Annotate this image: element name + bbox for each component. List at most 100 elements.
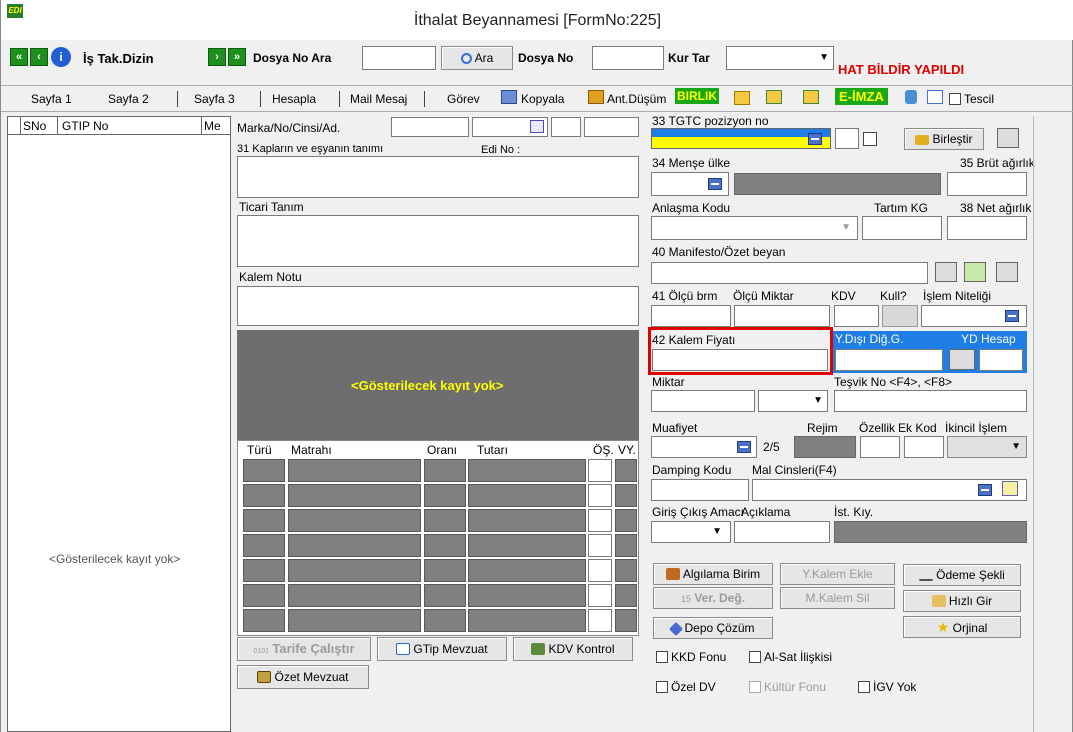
tgtc-lookup-icon[interactable] bbox=[808, 133, 822, 145]
tax-cell[interactable] bbox=[588, 534, 612, 557]
checkbox-box[interactable] bbox=[749, 651, 761, 663]
tab-gorev[interactable]: Görev bbox=[447, 92, 480, 106]
manifesto-input[interactable] bbox=[651, 262, 928, 284]
tesvik-input[interactable] bbox=[834, 390, 1027, 412]
col-sno[interactable]: SNo bbox=[23, 119, 46, 133]
tax-cell[interactable] bbox=[588, 509, 612, 532]
olcu-miktar-input[interactable] bbox=[734, 305, 830, 327]
kdv-input[interactable] bbox=[834, 305, 879, 327]
e-imza-button[interactable]: E-İMZA bbox=[835, 88, 888, 105]
tax-cell bbox=[615, 484, 637, 507]
kkd-fonu-checkbox[interactable]: KKD Fonu bbox=[656, 650, 726, 664]
tab-kopyala[interactable]: Kopyala bbox=[521, 92, 564, 106]
calculator-button[interactable] bbox=[997, 128, 1019, 148]
checkbox-box[interactable] bbox=[656, 681, 668, 693]
hizli-gir-button[interactable]: Hızlı Gir bbox=[903, 590, 1021, 612]
mal-cinsleri-lookup-icon[interactable] bbox=[978, 484, 992, 496]
ozellik-input[interactable] bbox=[860, 436, 900, 458]
odeme-sekli-button[interactable]: Ödeme Şekli bbox=[903, 564, 1021, 586]
ozet-mevzuat-button[interactable]: Özet Mevzuat bbox=[237, 665, 369, 689]
tax-cell[interactable] bbox=[588, 584, 612, 607]
tax-cell[interactable] bbox=[588, 609, 612, 632]
folder-up-icon[interactable] bbox=[766, 90, 782, 104]
depo-cozum-button[interactable]: Depo Çözüm bbox=[653, 617, 773, 639]
col-me[interactable]: Me bbox=[204, 119, 221, 133]
yd-hesap-input[interactable] bbox=[979, 349, 1023, 371]
giris-cikis-select[interactable]: ▼ bbox=[651, 521, 731, 543]
tab-mail-mesaj[interactable]: Mail Mesaj bbox=[350, 92, 407, 106]
tab-sayfa-1[interactable]: Sayfa 1 bbox=[31, 92, 72, 106]
ikincil-select[interactable]: ▼ bbox=[947, 436, 1027, 458]
dosya-no-ara-input[interactable] bbox=[362, 46, 436, 70]
igv-yok-label: İGV Yok bbox=[873, 680, 917, 694]
document-search-icon[interactable] bbox=[927, 90, 943, 104]
birlik-button[interactable]: BIRLIK bbox=[675, 88, 719, 104]
checkbox-box[interactable] bbox=[858, 681, 870, 693]
tab-sayfa-2[interactable]: Sayfa 2 bbox=[108, 92, 149, 106]
last-record-button[interactable]: » bbox=[228, 48, 246, 66]
ticari-tanim-label: Ticari Tanım bbox=[239, 200, 304, 214]
yd-calc-button[interactable] bbox=[949, 349, 975, 370]
igv-yok-checkbox[interactable]: İGV Yok bbox=[858, 680, 916, 694]
tab-hesapla[interactable]: Hesapla bbox=[272, 92, 316, 106]
marka-input-2[interactable] bbox=[472, 117, 548, 137]
kdv-kontrol-button[interactable]: KDV Kontrol bbox=[513, 637, 633, 661]
next-record-button[interactable]: › bbox=[208, 48, 226, 66]
brut-input[interactable] bbox=[947, 172, 1027, 196]
tax-cell[interactable] bbox=[588, 459, 612, 482]
damping-input[interactable] bbox=[651, 479, 749, 501]
manifesto-doc-button[interactable] bbox=[935, 262, 957, 282]
al-sat-checkbox[interactable]: Al-Sat İlişkisi bbox=[749, 650, 832, 664]
tab-sayfa-3[interactable]: Sayfa 3 bbox=[194, 92, 235, 106]
orjinal-button[interactable]: ★ Orjinal bbox=[903, 616, 1021, 638]
marka-input-1[interactable] bbox=[391, 117, 469, 137]
islem-lookup-icon[interactable] bbox=[1005, 310, 1019, 322]
ozel-dv-checkbox[interactable]: Özel DV bbox=[656, 680, 716, 694]
tax-cell[interactable] bbox=[588, 484, 612, 507]
aciklama-input[interactable] bbox=[734, 521, 830, 543]
kur-tar-select[interactable]: ▼ bbox=[726, 46, 834, 70]
ist-kiy-label: İst. Kıy. bbox=[834, 505, 874, 519]
edit-icon[interactable] bbox=[530, 120, 544, 133]
olcu-brm-input[interactable] bbox=[651, 305, 731, 327]
marka-input-4[interactable] bbox=[584, 117, 639, 137]
tax-cell[interactable] bbox=[588, 559, 612, 582]
algilama-birim-button[interactable]: Algılama Birim bbox=[653, 563, 773, 585]
tgtc-checkbox[interactable] bbox=[863, 132, 877, 146]
miktar-unit-select[interactable]: ▼ bbox=[758, 390, 828, 412]
ticari-tanim-textarea[interactable] bbox=[237, 215, 639, 267]
info-icon[interactable]: i bbox=[51, 47, 71, 67]
muafiyet-lookup-icon[interactable] bbox=[737, 441, 751, 453]
prev-record-button[interactable]: ‹ bbox=[30, 48, 48, 66]
ek-kod-input[interactable] bbox=[904, 436, 944, 458]
folder-icon[interactable] bbox=[734, 91, 750, 105]
net-input[interactable] bbox=[947, 216, 1027, 240]
marka-input-3[interactable] bbox=[551, 117, 581, 137]
shield-icon[interactable] bbox=[905, 90, 917, 104]
ara-button[interactable]: Ara bbox=[441, 46, 513, 70]
tgtc-extra-input[interactable] bbox=[835, 128, 859, 149]
edit-icon[interactable] bbox=[1002, 481, 1018, 496]
manifesto-import-button[interactable] bbox=[996, 262, 1018, 282]
anlasma-select[interactable]: ▼ bbox=[651, 216, 858, 240]
tab-ant-dusum[interactable]: Ant.Düşüm bbox=[607, 92, 666, 106]
miktar-input[interactable] bbox=[651, 390, 755, 412]
esya-tanimi-textarea[interactable] bbox=[237, 156, 639, 198]
item-grid[interactable] bbox=[7, 116, 231, 732]
col-gtip-no[interactable]: GTIP No bbox=[62, 119, 108, 133]
dosya-no-input[interactable] bbox=[592, 46, 664, 70]
mense-lookup-icon[interactable] bbox=[708, 178, 722, 190]
kalem-notu-textarea[interactable] bbox=[237, 286, 639, 326]
tgtc-input[interactable] bbox=[651, 128, 831, 149]
ydisi-input[interactable] bbox=[835, 349, 943, 371]
folder-arrow-icon[interactable] bbox=[803, 90, 819, 104]
checkbox-box[interactable] bbox=[656, 651, 668, 663]
first-record-button[interactable]: « bbox=[10, 48, 28, 66]
manifesto-list-button[interactable] bbox=[964, 262, 986, 282]
checkbox-box[interactable] bbox=[949, 93, 961, 105]
tescil-checkbox[interactable]: Tescil bbox=[949, 92, 994, 106]
tartim-input[interactable] bbox=[862, 216, 942, 240]
birlestir-button[interactable]: Birleştir bbox=[904, 128, 984, 150]
tax-cell bbox=[243, 559, 285, 582]
gtip-mevzuat-button[interactable]: GTip Mevzuat bbox=[377, 637, 507, 661]
